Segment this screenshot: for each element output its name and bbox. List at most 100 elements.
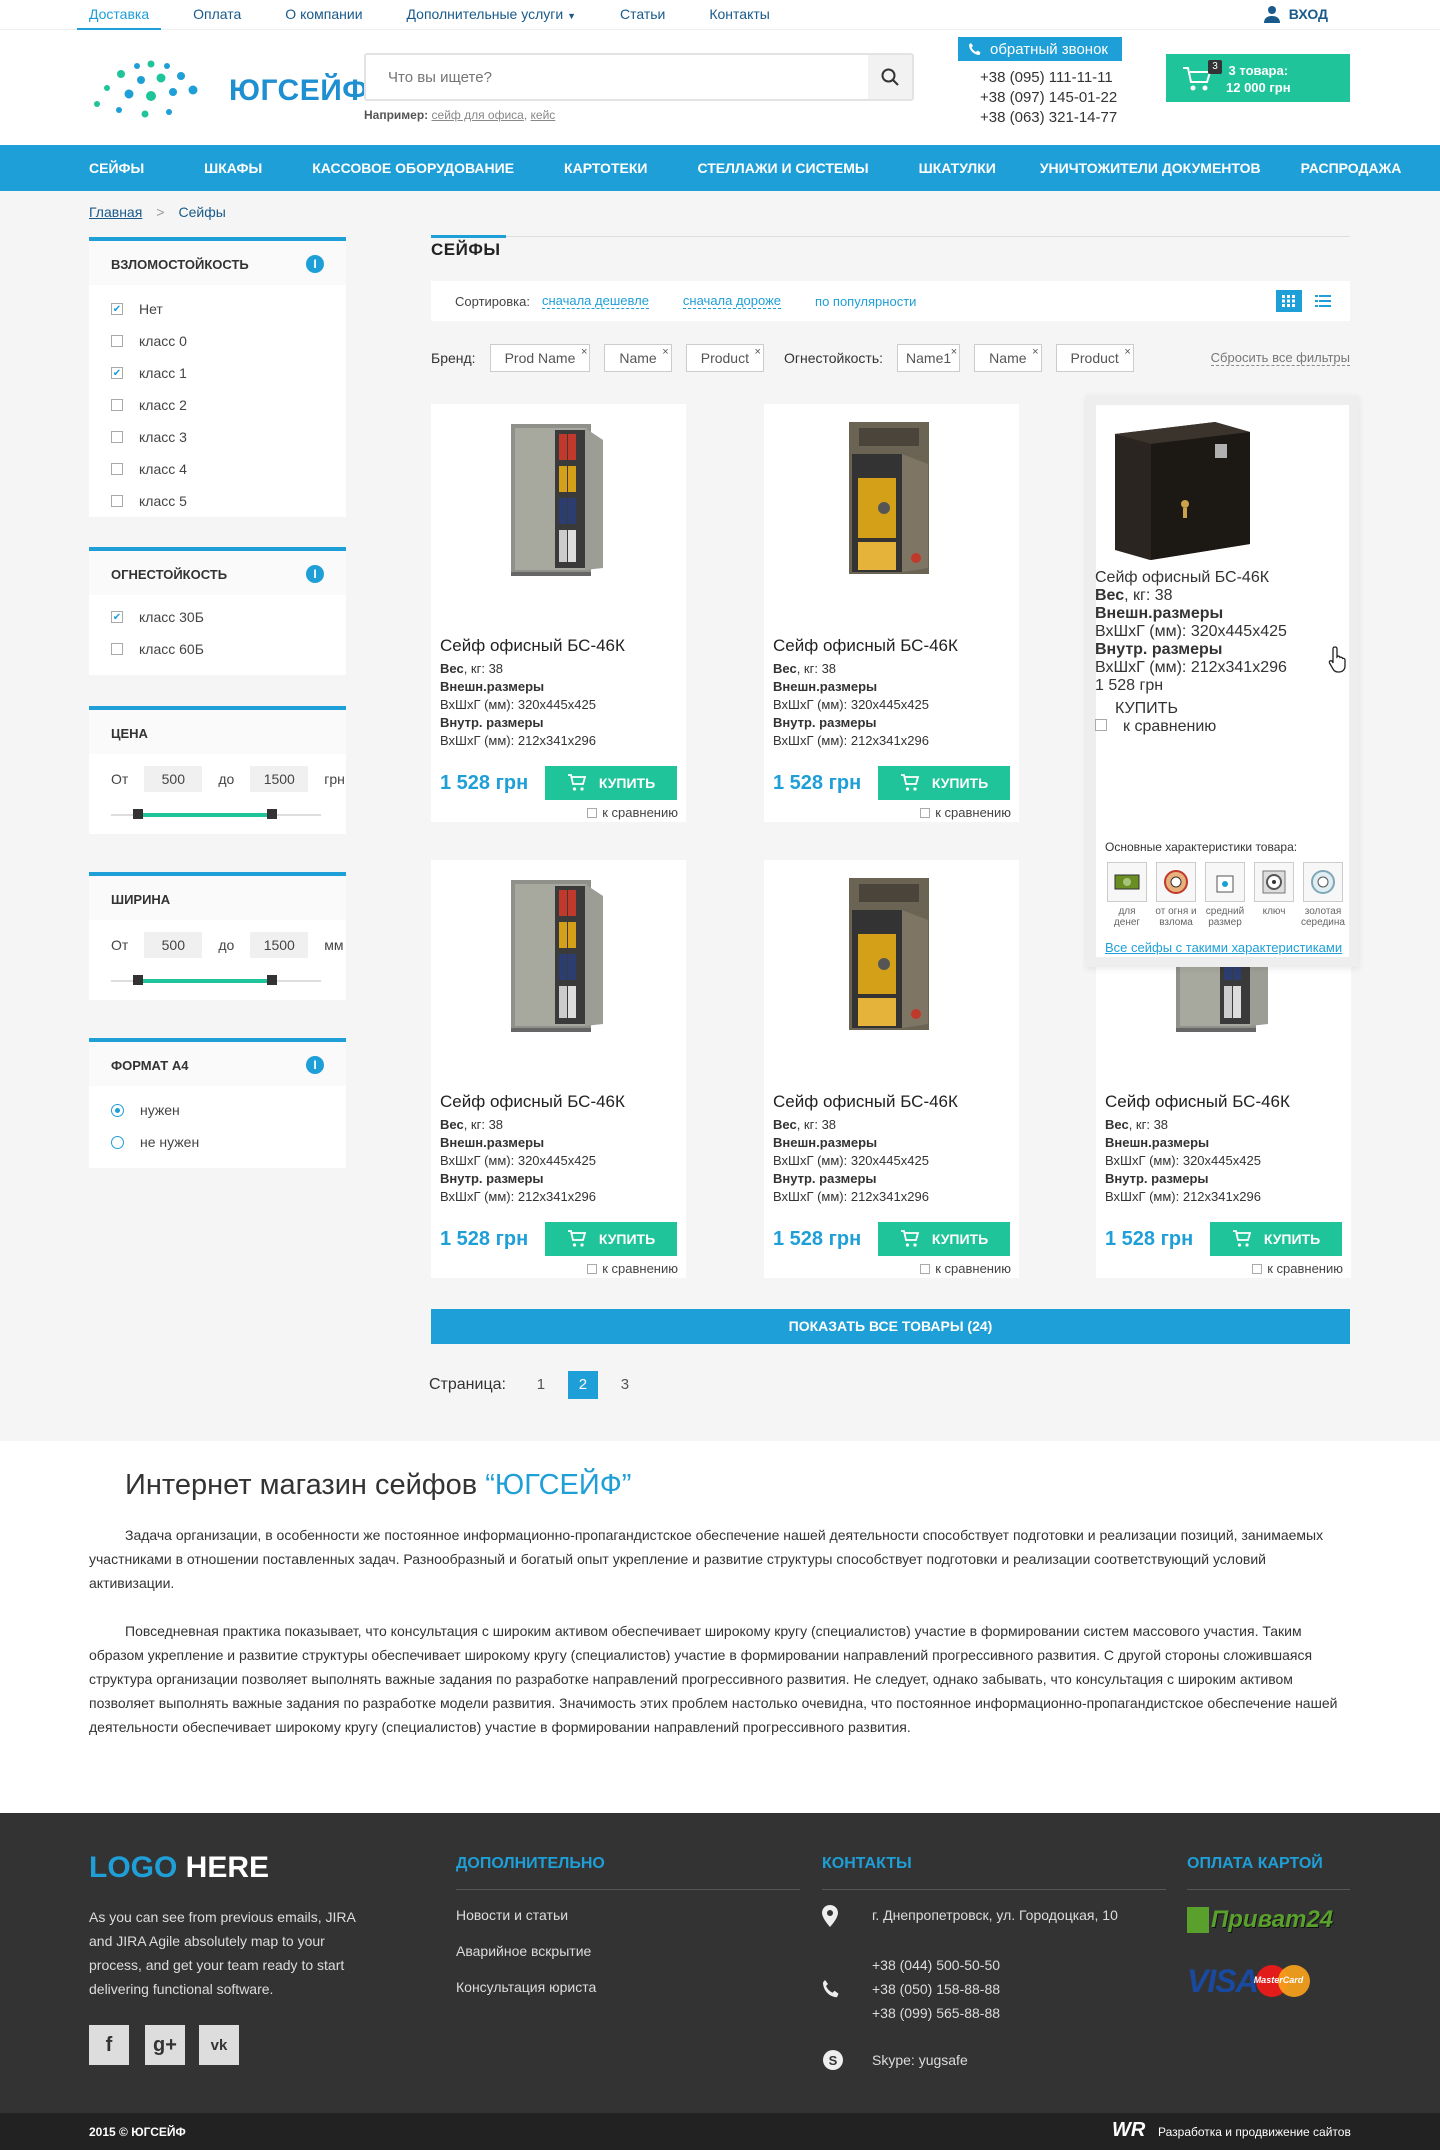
chip-remove-icon[interactable]: × bbox=[1124, 339, 1130, 365]
top-menu-articles[interactable]: Статьи bbox=[620, 0, 665, 30]
compare-toggle[interactable]: к сравнению bbox=[587, 805, 678, 820]
nav-boxes[interactable]: ШКАТУЛКИ bbox=[919, 145, 996, 191]
product-card[interactable]: Сейф офисный БС-46К Вес, кг: 38 Внешн.разм… bbox=[431, 404, 686, 822]
chip-remove-icon[interactable]: × bbox=[662, 339, 668, 365]
checkbox[interactable] bbox=[1252, 1263, 1263, 1274]
brand-chip[interactable]: Prod Name × bbox=[489, 344, 591, 372]
compare-toggle[interactable]: к сравнению bbox=[587, 1261, 678, 1276]
product-title[interactable]: Сейф офисный БС-46К bbox=[1105, 1092, 1290, 1112]
filter-option[interactable]: класс 2 bbox=[89, 389, 346, 421]
fire-chip[interactable]: Name × bbox=[974, 344, 1042, 372]
checkbox[interactable] bbox=[111, 431, 123, 443]
filter-option[interactable]: класс 0 bbox=[89, 325, 346, 357]
price-slider-min-handle[interactable] bbox=[133, 809, 143, 819]
search-input[interactable] bbox=[366, 55, 846, 99]
checkbox[interactable] bbox=[587, 807, 598, 818]
nav-cash-equipment[interactable]: КАССОВОЕ ОБОРУДОВАНИЕ bbox=[312, 145, 514, 191]
info-icon[interactable]: i bbox=[306, 1056, 324, 1074]
footer-link-news[interactable]: Новости и статьи bbox=[456, 1907, 568, 1923]
checkbox[interactable] bbox=[920, 807, 931, 818]
compare-toggle[interactable]: к сравнению bbox=[920, 805, 1011, 820]
product-image[interactable] bbox=[804, 874, 979, 1034]
header-phone-1[interactable]: +38 (095) 111-11-11 bbox=[980, 68, 1117, 88]
top-menu-contacts[interactable]: Контакты bbox=[709, 0, 769, 30]
chip-remove-icon[interactable]: × bbox=[951, 339, 957, 365]
checkbox[interactable] bbox=[920, 1263, 931, 1274]
radio[interactable] bbox=[111, 1135, 124, 1149]
nav-racks[interactable]: СТЕЛЛАЖИ И СИСТЕМЫ bbox=[697, 145, 868, 191]
feature-item[interactable]: средний размер bbox=[1203, 862, 1247, 928]
footer-phone-3[interactable]: +38 (099) 565-88-88 bbox=[872, 2001, 1000, 2025]
price-from-input[interactable]: 500 bbox=[144, 766, 203, 792]
filter-option[interactable]: нужен bbox=[89, 1094, 346, 1126]
compare-toggle[interactable]: к сравнению bbox=[1252, 1261, 1343, 1276]
nav-cabinets[interactable]: ШКАФЫ bbox=[204, 145, 262, 191]
product-card[interactable]: Сейф офисный БС-46К Вес, кг: 38 Внешн.разм… bbox=[764, 860, 1019, 1278]
grid-view-button[interactable] bbox=[1276, 290, 1302, 312]
fire-chip[interactable]: Product × bbox=[1055, 344, 1134, 372]
sort-popular[interactable]: по популярности bbox=[815, 294, 916, 309]
features-all-link[interactable]: Все сейфы с такими характеристиками bbox=[1105, 940, 1345, 955]
product-image[interactable] bbox=[471, 874, 646, 1034]
nav-shredders[interactable]: УНИЧТОЖИТЕЛИ ДОКУМЕНТОВ bbox=[1040, 145, 1261, 191]
header-phone-2[interactable]: +38 (097) 145-01-22 bbox=[980, 88, 1117, 108]
brand-chip[interactable]: Product × bbox=[685, 344, 764, 372]
filter-option[interactable]: класс 4 bbox=[89, 453, 346, 485]
search-hint-office-safe[interactable]: сейф для офиса bbox=[432, 108, 524, 122]
product-image[interactable] bbox=[471, 418, 646, 578]
footer-skype[interactable]: Skype: yugsafe bbox=[872, 2048, 968, 2072]
vk-icon[interactable]: vk bbox=[199, 2025, 239, 2065]
checkbox[interactable] bbox=[111, 495, 123, 507]
feature-item[interactable]: ключ bbox=[1252, 862, 1296, 928]
nav-safes[interactable]: СЕЙФЫ bbox=[89, 145, 144, 191]
buy-button[interactable]: КУПИТЬ bbox=[1095, 695, 1350, 718]
buy-button[interactable]: КУПИТЬ bbox=[545, 1222, 677, 1256]
top-menu-about[interactable]: О компании bbox=[285, 0, 362, 30]
top-menu-delivery[interactable]: Доставка bbox=[77, 0, 162, 30]
footer-phone-2[interactable]: +38 (050) 158-88-88 bbox=[872, 1977, 1000, 2001]
product-title[interactable]: Сейф офисный БС-46К bbox=[773, 636, 958, 656]
page-link[interactable]: 1 bbox=[526, 1371, 556, 1399]
product-title[interactable]: Сейф офисный БС-46К bbox=[1095, 569, 1350, 587]
fire-chip[interactable]: Name1 × bbox=[897, 344, 961, 372]
checkbox[interactable] bbox=[111, 643, 123, 655]
list-view-button[interactable] bbox=[1310, 290, 1336, 312]
checkbox[interactable] bbox=[111, 463, 123, 475]
reset-filters-link[interactable]: Сбросить все фильтры bbox=[1210, 350, 1350, 366]
login-link[interactable]: ВХОД bbox=[1263, 5, 1328, 23]
price-to-input[interactable]: 1500 bbox=[250, 766, 309, 792]
product-card[interactable]: Сейф офисный БС-46К Вес, кг: 38 Внешн.разм… bbox=[431, 860, 686, 1278]
footer-link-lawyer[interactable]: Консультация юриста bbox=[456, 1979, 596, 1995]
radio-selected[interactable] bbox=[111, 1103, 124, 1117]
developer-logo-icon[interactable]: WR bbox=[1112, 2119, 1145, 2142]
chip-remove-icon[interactable]: × bbox=[581, 339, 587, 365]
compare-toggle[interactable]: к сравнению bbox=[1095, 718, 1350, 736]
nav-card-files[interactable]: КАРТОТЕКИ bbox=[564, 145, 647, 191]
checkbox-checked[interactable]: ✔ bbox=[111, 303, 123, 315]
buy-button[interactable]: КУПИТЬ bbox=[545, 766, 677, 800]
developer-credit[interactable]: Разработка и продвижение сайтов bbox=[1158, 2125, 1351, 2139]
logo[interactable]: ЮГСЕЙФ bbox=[89, 60, 368, 120]
feature-item[interactable]: золотая середина bbox=[1301, 862, 1345, 928]
filter-option[interactable]: ✔ класс 30Б bbox=[89, 601, 346, 633]
checkbox-checked[interactable]: ✔ bbox=[111, 367, 123, 379]
checkbox[interactable] bbox=[111, 399, 123, 411]
chip-remove-icon[interactable]: × bbox=[1032, 339, 1038, 365]
footer-link-emergency[interactable]: Аварийное вскрытие bbox=[456, 1943, 591, 1959]
filter-option[interactable]: не нужен bbox=[89, 1126, 346, 1158]
width-slider-min-handle[interactable] bbox=[133, 975, 143, 985]
sort-expensive[interactable]: сначала дороже bbox=[682, 293, 782, 309]
show-all-button[interactable]: ПОКАЗАТЬ ВСЕ ТОВАРЫ (24) bbox=[431, 1309, 1350, 1344]
page-link-current[interactable]: 2 bbox=[567, 1371, 598, 1399]
buy-button[interactable]: КУПИТЬ bbox=[878, 1222, 1010, 1256]
checkbox[interactable] bbox=[587, 1263, 598, 1274]
footer-phone-1[interactable]: +38 (044) 500-50-50 bbox=[872, 1953, 1000, 1977]
page-link[interactable]: 3 bbox=[610, 1371, 640, 1399]
product-card[interactable]: Сейф офисный БС-46К Вес, кг: 38 Внешн.разм… bbox=[764, 404, 1019, 822]
top-menu-payment[interactable]: Оплата bbox=[193, 0, 241, 30]
filter-option[interactable]: класс 60Б bbox=[89, 633, 346, 665]
filter-option[interactable]: ✔ Нет bbox=[89, 293, 346, 325]
header-phone-3[interactable]: +38 (063) 321-14-77 bbox=[980, 108, 1117, 128]
cart-button[interactable]: 3 3 товара: 12 000 грн bbox=[1166, 54, 1350, 102]
sort-cheaper[interactable]: сначала дешевле bbox=[541, 293, 649, 309]
